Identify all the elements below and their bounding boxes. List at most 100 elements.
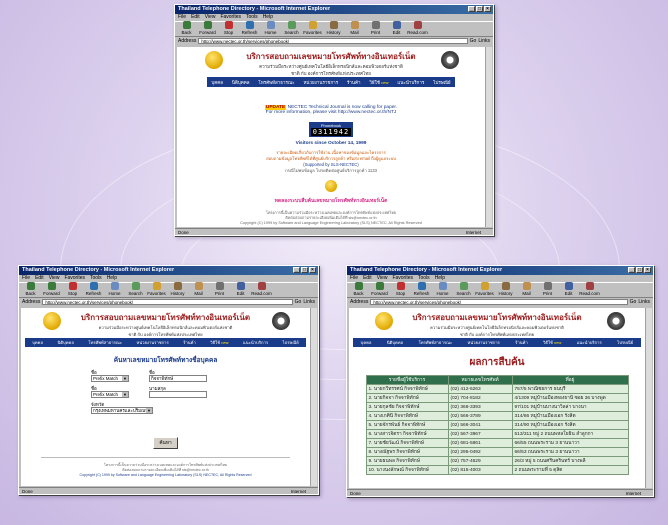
toolbar-button-refresh[interactable]: Refresh bbox=[413, 282, 430, 296]
toolbar-button-history[interactable]: History bbox=[325, 21, 342, 35]
window-title-bar[interactable]: Thailand Telephone Directory - Microsoft… bbox=[19, 266, 318, 275]
links-button[interactable]: Links bbox=[478, 38, 490, 44]
nav-item-public-phone[interactable]: โทรศัพท์สาธารณะ bbox=[88, 339, 122, 346]
maximize-button[interactable]: □ bbox=[476, 6, 483, 12]
nav-item-person[interactable]: บุคคล bbox=[211, 79, 223, 86]
toolbar-button-home[interactable]: Home bbox=[106, 282, 123, 296]
menu-help[interactable]: Help bbox=[435, 275, 445, 282]
address-input[interactable]: http://www.nectec.or.th/services/phonebo… bbox=[42, 299, 293, 305]
toolbar-button-search[interactable]: Search bbox=[127, 282, 144, 296]
name-field-input[interactable]: กิจจาพิทักษ์ bbox=[149, 375, 207, 382]
toolbar-button-mail[interactable]: Mail bbox=[518, 282, 535, 296]
toolbar-button-favorites[interactable]: Favorites bbox=[303, 21, 322, 35]
toolbar-button-back[interactable]: Back bbox=[178, 21, 195, 35]
toolbar-button-history[interactable]: History bbox=[497, 282, 514, 296]
toolbar-button-forward[interactable]: Forward bbox=[199, 21, 216, 35]
toolbar-button-back[interactable]: Back bbox=[22, 282, 39, 296]
nav-item-help[interactable]: วิธีใช้ new bbox=[369, 79, 388, 86]
minimize-button[interactable]: _ bbox=[628, 267, 635, 273]
toolbar-button-forward[interactable]: Forward bbox=[43, 282, 60, 296]
menu-edit[interactable]: Edit bbox=[35, 275, 44, 282]
toolbar-button-home[interactable]: Home bbox=[434, 282, 451, 296]
toolbar-button-stop[interactable]: Stop bbox=[220, 21, 237, 35]
menu-view[interactable]: View bbox=[205, 14, 216, 21]
menu-file[interactable]: File bbox=[22, 275, 30, 282]
first-name-match-select[interactable]: Prefix Match ▼ bbox=[91, 375, 129, 382]
menu-help[interactable]: Help bbox=[107, 275, 117, 282]
toolbar-button-search[interactable]: Search bbox=[283, 21, 300, 35]
address-input[interactable]: http://www.nectec.or.th/services/phonebo… bbox=[198, 38, 468, 44]
menu-edit[interactable]: Edit bbox=[191, 14, 200, 21]
menu-favorites[interactable]: Favorites bbox=[220, 14, 241, 21]
toolbar-button-print[interactable]: Print bbox=[367, 21, 384, 35]
surname-input[interactable] bbox=[149, 391, 207, 398]
nav-item-shop[interactable]: ร้านค้า bbox=[515, 339, 528, 346]
nav-item-government[interactable]: หน่วยงานราชการ bbox=[303, 79, 338, 86]
nav-item-post[interactable]: ไปรษณีย์ bbox=[617, 339, 633, 346]
nav-item-company[interactable]: นิติบุคคล bbox=[232, 79, 250, 86]
nav-item-help[interactable]: วิธีใช้ new bbox=[543, 339, 561, 346]
menu-view[interactable]: View bbox=[377, 275, 388, 282]
window-title-bar[interactable]: Thailand Telephone Directory - Microsoft… bbox=[175, 5, 493, 14]
toolbar-button-print[interactable]: Print bbox=[539, 282, 556, 296]
nav-item-about[interactable]: แนะนำบริการ bbox=[577, 339, 602, 346]
promo-link[interactable]: ทดลองระบบสืบค้นเลขหมายโทรศัพท์ทางอินเทอร… bbox=[177, 197, 485, 205]
vertical-scrollbar[interactable] bbox=[645, 308, 652, 488]
last-name-match-select[interactable]: Prefix Match ▼ bbox=[91, 391, 129, 398]
menu-tools[interactable]: Tools bbox=[246, 14, 258, 21]
links-button[interactable]: Links bbox=[638, 299, 650, 305]
minimize-button[interactable]: _ bbox=[293, 267, 300, 273]
menu-file[interactable]: File bbox=[178, 14, 186, 21]
toolbar-button-print[interactable]: Print bbox=[211, 282, 228, 296]
nav-item-public-phone[interactable]: โทรศัพท์สาธารณะ bbox=[419, 339, 453, 346]
minimize-button[interactable]: _ bbox=[468, 6, 475, 12]
toolbar-button-read-com[interactable]: Read.com bbox=[407, 21, 428, 35]
go-button[interactable]: Go bbox=[470, 38, 477, 44]
menu-edit[interactable]: Edit bbox=[363, 275, 372, 282]
nav-item-post[interactable]: ไปรษณีย์ bbox=[433, 79, 450, 86]
toolbar-button-edit[interactable]: Edit bbox=[388, 21, 405, 35]
toolbar-button-mail[interactable]: Mail bbox=[346, 21, 363, 35]
toolbar-button-edit[interactable]: Edit bbox=[560, 282, 577, 296]
toolbar-button-history[interactable]: History bbox=[169, 282, 186, 296]
links-button[interactable]: Links bbox=[303, 299, 315, 305]
toolbar-button-back[interactable]: Back bbox=[350, 282, 367, 296]
toolbar-button-mail[interactable]: Mail bbox=[190, 282, 207, 296]
toolbar-button-forward[interactable]: Forward bbox=[371, 282, 388, 296]
toolbar-button-refresh[interactable]: Refresh bbox=[85, 282, 102, 296]
maximize-button[interactable]: □ bbox=[636, 267, 643, 273]
nav-item-about[interactable]: แนะนำบริการ bbox=[397, 79, 424, 86]
nav-item-help[interactable]: วิธีใช้ new bbox=[210, 339, 228, 346]
menu-help[interactable]: Help bbox=[263, 14, 273, 21]
nav-item-shop[interactable]: ร้านค้า bbox=[347, 79, 361, 86]
menu-file[interactable]: File bbox=[350, 275, 358, 282]
close-button[interactable]: × bbox=[644, 267, 651, 273]
toolbar-button-favorites[interactable]: Favorites bbox=[475, 282, 494, 296]
nav-item-company[interactable]: นิติบุคคล bbox=[387, 339, 403, 346]
menu-tools[interactable]: Tools bbox=[418, 275, 430, 282]
nav-item-shop[interactable]: ร้านค้า bbox=[183, 339, 196, 346]
toolbar-button-stop[interactable]: Stop bbox=[392, 282, 409, 296]
close-button[interactable]: × bbox=[309, 267, 316, 273]
go-button[interactable]: Go bbox=[295, 299, 302, 305]
toolbar-button-read-com[interactable]: Read.com bbox=[579, 282, 600, 296]
menu-favorites[interactable]: Favorites bbox=[64, 275, 85, 282]
toolbar-button-read-com[interactable]: Read.com bbox=[251, 282, 272, 296]
toolbar-button-home[interactable]: Home bbox=[262, 21, 279, 35]
nav-item-public-phone[interactable]: โทรศัพท์สาธารณะ bbox=[258, 79, 294, 86]
menu-favorites[interactable]: Favorites bbox=[392, 275, 413, 282]
toolbar-button-refresh[interactable]: Refresh bbox=[241, 21, 258, 35]
toolbar-button-search[interactable]: Search bbox=[455, 282, 472, 296]
close-button[interactable]: × bbox=[484, 6, 491, 12]
nav-item-government[interactable]: หน่วยงานราชการ bbox=[468, 339, 500, 346]
toolbar-button-favorites[interactable]: Favorites bbox=[147, 282, 166, 296]
nav-item-company[interactable]: นิติบุคคล bbox=[58, 339, 74, 346]
nav-item-person[interactable]: บุคคล bbox=[361, 339, 372, 346]
nav-item-post[interactable]: ไปรษณีย์ bbox=[283, 339, 299, 346]
province-select[interactable]: กรุงเทพมหานครและปริมณฑล ▼ bbox=[91, 407, 153, 414]
address-input[interactable]: http://www.nectec.or.th/services/phonebo… bbox=[370, 299, 628, 305]
nav-item-person[interactable]: บุคคล bbox=[32, 339, 43, 346]
toolbar-button-edit[interactable]: Edit bbox=[232, 282, 249, 296]
window-title-bar[interactable]: Thailand Telephone Directory - Microsoft… bbox=[347, 266, 653, 275]
go-button[interactable]: Go bbox=[630, 299, 637, 305]
